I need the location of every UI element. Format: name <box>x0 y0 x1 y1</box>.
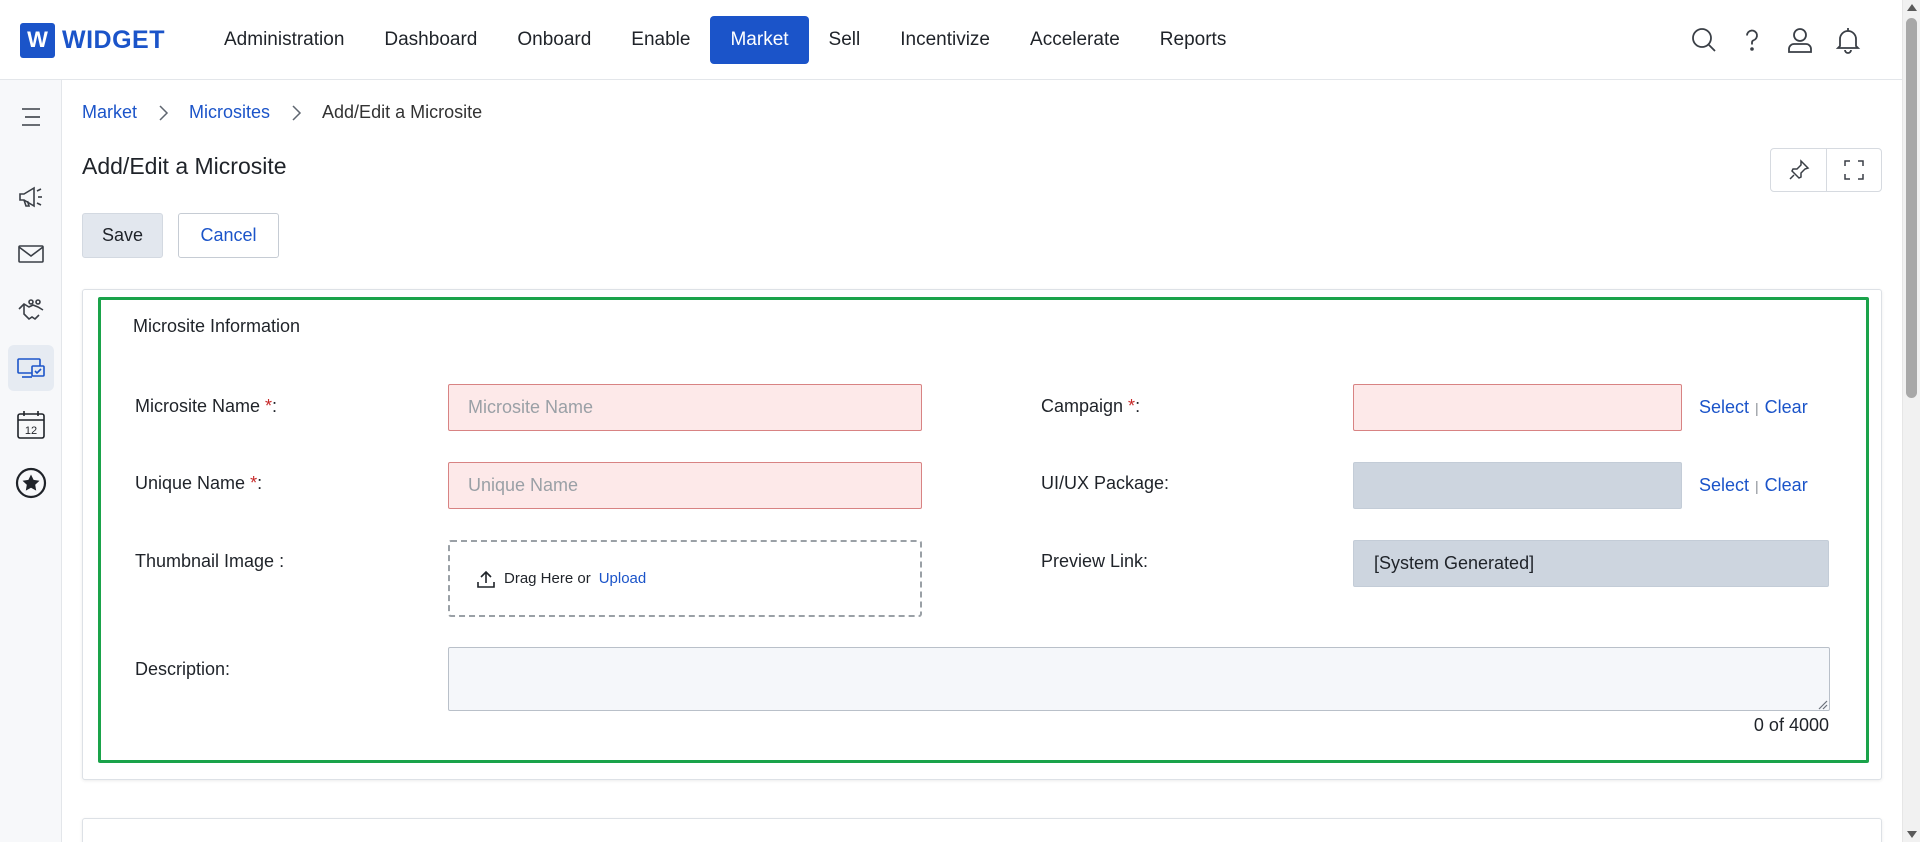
breadcrumb-microsites[interactable]: Microsites <box>189 102 270 123</box>
label-colon: : <box>272 396 278 416</box>
link-separator: | <box>1755 477 1759 494</box>
uiux-package-actions: Select | Clear <box>1699 475 1808 496</box>
thumbnail-label: Thumbnail Image : <box>135 551 285 571</box>
sidebar-rail: 12 <box>0 80 62 842</box>
calendar-day: 12 <box>25 425 37 437</box>
description-char-count: 0 of 4000 <box>1753 715 1829 735</box>
uiux-package-field <box>1353 462 1682 509</box>
unique-name-input[interactable] <box>448 462 922 509</box>
microsite-icon[interactable] <box>8 345 54 391</box>
pin-icon[interactable] <box>1771 149 1826 191</box>
save-button[interactable]: Save <box>82 213 163 258</box>
campaign-input[interactable] <box>1353 384 1682 431</box>
app-logo[interactable]: W WIDGET <box>20 21 165 59</box>
menu-icon[interactable] <box>8 94 54 140</box>
next-section-card <box>82 818 1882 842</box>
title-toolbar <box>1770 148 1882 192</box>
star-badge-icon[interactable] <box>8 460 54 506</box>
preview-link-label: Preview Link: <box>1041 551 1149 571</box>
link-separator: | <box>1755 399 1759 416</box>
logo-mark: W <box>20 22 55 58</box>
upload-icon <box>476 569 496 589</box>
fullscreen-icon[interactable] <box>1826 149 1881 191</box>
nav-item-onboard[interactable]: Onboard <box>497 16 611 64</box>
top-navigation-bar: W WIDGET Administration Dashboard Onboar… <box>0 0 1902 80</box>
page-title: Add/Edit a Microsite <box>82 153 287 179</box>
thumbnail-dropzone[interactable]: Drag Here or Upload <box>448 540 922 617</box>
calendar-icon[interactable]: 12 <box>8 402 54 448</box>
campaign-actions: Select | Clear <box>1699 397 1808 418</box>
handshake-icon[interactable] <box>8 288 54 334</box>
logo-text: WIDGET <box>62 25 165 54</box>
uiux-package-clear-link[interactable]: Clear <box>1765 475 1808 496</box>
help-icon[interactable] <box>1728 20 1776 60</box>
description-textarea[interactable] <box>448 647 1830 711</box>
nav-item-market[interactable]: Market <box>710 16 809 64</box>
campaign-clear-link[interactable]: Clear <box>1765 397 1808 418</box>
preview-link-field: [System Generated] <box>1353 540 1829 587</box>
scroll-up-icon[interactable] <box>1907 4 1917 11</box>
microsite-name-label: Microsite Name *: <box>135 396 277 417</box>
breadcrumb-current: Add/Edit a Microsite <box>322 102 483 122</box>
upload-link[interactable]: Upload <box>599 570 647 587</box>
cancel-button[interactable]: Cancel <box>178 213 279 258</box>
main-nav: Administration Dashboard Onboard Enable … <box>204 16 1246 64</box>
breadcrumb: Market Microsites Add/Edit a Microsite <box>82 102 482 123</box>
microsite-name-input[interactable] <box>448 384 922 431</box>
bell-icon[interactable] <box>1824 20 1872 60</box>
nav-item-sell[interactable]: Sell <box>809 16 881 64</box>
microsite-name-label-text: Microsite Name <box>135 396 266 416</box>
scroll-down-icon[interactable] <box>1907 831 1917 838</box>
nav-item-reports[interactable]: Reports <box>1140 16 1247 64</box>
campaign-select-link[interactable]: Select <box>1699 397 1749 418</box>
nav-item-incentivize[interactable]: Incentivize <box>880 16 1010 64</box>
campaign-label: Campaign *: <box>1041 396 1140 417</box>
nav-item-enable[interactable]: Enable <box>611 16 710 64</box>
description-label: Description: <box>135 659 231 679</box>
label-colon: : <box>257 473 263 493</box>
envelope-icon[interactable] <box>8 231 54 277</box>
required-marker: * <box>1128 396 1136 416</box>
nav-item-dashboard[interactable]: Dashboard <box>364 16 497 64</box>
unique-name-label: Unique Name *: <box>135 473 262 494</box>
page-scrollbar[interactable] <box>1902 0 1920 842</box>
chevron-right-icon <box>290 104 302 122</box>
section-title: Microsite Information <box>133 316 301 336</box>
drag-here-text: Drag Here or <box>504 570 591 587</box>
uiux-package-select-link[interactable]: Select <box>1699 475 1749 496</box>
scroll-thumb[interactable] <box>1906 18 1917 398</box>
label-colon: : <box>1135 396 1141 416</box>
campaign-label-text: Campaign <box>1041 396 1129 416</box>
megaphone-icon[interactable] <box>8 174 54 220</box>
nav-item-administration[interactable]: Administration <box>204 16 364 64</box>
breadcrumb-market[interactable]: Market <box>82 102 137 123</box>
user-icon[interactable] <box>1776 20 1824 60</box>
unique-name-label-text: Unique Name <box>135 473 251 493</box>
uiux-package-label: UI/UX Package: <box>1041 473 1170 493</box>
resize-handle-icon[interactable] <box>1816 697 1828 710</box>
search-icon[interactable] <box>1680 20 1728 60</box>
required-marker: * <box>265 396 273 416</box>
nav-item-accelerate[interactable]: Accelerate <box>1010 16 1140 64</box>
top-icon-group <box>1680 20 1872 60</box>
chevron-right-icon <box>157 104 169 122</box>
